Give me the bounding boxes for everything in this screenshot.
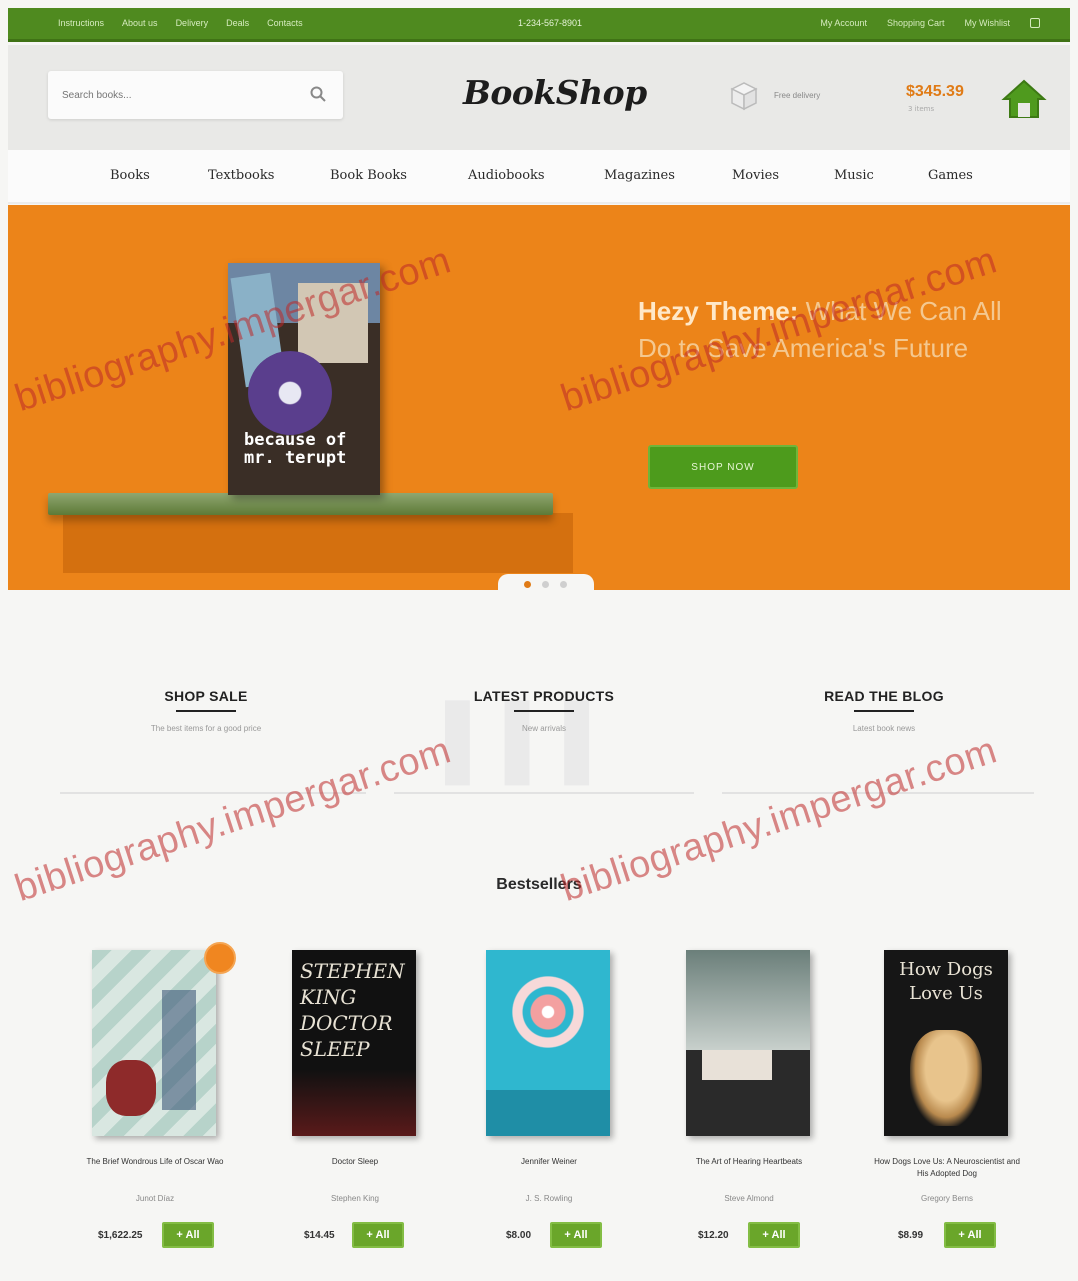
product-price: $14.45: [304, 1230, 335, 1241]
feature-underline: [854, 710, 914, 712]
feature-read-blog[interactable]: READ THE BLOG Latest book news: [784, 688, 984, 733]
top-link-instructions[interactable]: Instructions: [58, 18, 104, 28]
slider-dot-active[interactable]: [524, 581, 531, 588]
search-input[interactable]: [62, 85, 282, 105]
nav-magazines[interactable]: Magazines: [604, 168, 675, 183]
shelf-shadow: [63, 513, 573, 573]
add-to-cart-button[interactable]: + All: [352, 1222, 404, 1248]
nav-movies[interactable]: Movies: [732, 168, 779, 183]
slider-dot[interactable]: [542, 581, 549, 588]
slider-dots: [498, 574, 594, 594]
top-link-deals[interactable]: Deals: [226, 18, 249, 28]
product-title[interactable]: How Dogs Love Us: A Neuroscientist and H…: [872, 1156, 1022, 1180]
main-nav: Books Textbooks Book Books Audiobooks Ma…: [8, 150, 1070, 204]
sale-badge: [204, 942, 236, 974]
hero-slider: because of mr. terupt Hezy Theme: What W…: [8, 205, 1070, 590]
feature-shop-sale[interactable]: SHOP SALE The best items for a good pric…: [106, 688, 306, 733]
nav-textbooks[interactable]: Textbooks: [208, 168, 274, 183]
product-author: Steve Almond: [724, 1194, 774, 1203]
account-links: My Account Shopping Cart My Wishlist: [820, 18, 1040, 28]
product-author: Gregory Berns: [920, 1194, 974, 1203]
feature-title: SHOP SALE: [164, 688, 248, 704]
slider-dot[interactable]: [560, 581, 567, 588]
product-cover[interactable]: How Dogs Love Us: [884, 950, 1008, 1136]
nav-music[interactable]: Music: [834, 168, 874, 183]
product-cover[interactable]: [92, 950, 216, 1136]
add-to-cart-button[interactable]: + All: [944, 1222, 996, 1248]
feature-underline: [514, 710, 574, 712]
product-author: Stephen King: [330, 1194, 380, 1203]
add-to-cart-button[interactable]: + All: [550, 1222, 602, 1248]
search-box: [48, 71, 343, 119]
product-title[interactable]: Doctor Sleep: [280, 1156, 430, 1168]
section-divider: [394, 792, 694, 794]
free-delivery: Free delivery: [724, 75, 820, 115]
product-title[interactable]: Jennifer Weiner: [474, 1156, 624, 1168]
cart-total: $345.39: [906, 83, 964, 100]
product-cover[interactable]: STEPHEN KING DOCTOR SLEEP: [292, 950, 416, 1136]
nav-games[interactable]: Games: [928, 168, 973, 183]
add-to-cart-button[interactable]: + All: [162, 1222, 214, 1248]
product-title[interactable]: The Brief Wondrous Life of Oscar Wao: [80, 1156, 230, 1168]
feature-title: READ THE BLOG: [824, 688, 944, 704]
feature-subtitle: Latest book news: [852, 724, 916, 733]
top-links: Instructions About us Delivery Deals Con…: [58, 18, 303, 28]
feature-underline: [176, 710, 236, 712]
nav-audiobooks[interactable]: Audiobooks: [468, 168, 545, 183]
nav-books[interactable]: Books: [110, 168, 150, 183]
flower-graphic: [248, 351, 332, 435]
top-link-contacts[interactable]: Contacts: [267, 18, 303, 28]
book-shelf: [48, 493, 553, 515]
hero-book-title: because of mr. terupt: [244, 430, 347, 468]
site-logo[interactable]: BookShop: [463, 73, 647, 112]
top-bar: Instructions About us Delivery Deals Con…: [8, 8, 1070, 42]
feature-subtitle: The best items for a good price: [150, 724, 262, 733]
product-cover[interactable]: [686, 950, 810, 1136]
bestsellers-heading: Bestsellers: [496, 876, 582, 893]
product-author: J. S. Rowling: [525, 1194, 573, 1203]
feature-subtitle: New arrivals: [521, 724, 566, 733]
nav-book-books[interactable]: Book Books: [330, 168, 407, 183]
delivery-box-icon: [730, 82, 758, 111]
site-header: BookShop Free delivery $345.39 3 items: [8, 45, 1070, 150]
top-link-delivery[interactable]: Delivery: [176, 18, 209, 28]
shop-now-button[interactable]: SHOP NOW: [648, 445, 798, 489]
wishlist-link[interactable]: My Wishlist: [965, 18, 1011, 28]
product-price: $1,622.25: [98, 1230, 143, 1241]
mini-cart-icon[interactable]: [1030, 18, 1040, 28]
feature-latest-products[interactable]: LATEST PRODUCTS New arrivals: [444, 688, 644, 733]
product-price: $8.00: [506, 1230, 532, 1241]
feature-title: LATEST PRODUCTS: [473, 688, 615, 704]
delivery-text: Free delivery: [774, 90, 821, 100]
product-price: $8.99: [898, 1230, 924, 1241]
cart-items-count: 3 items: [908, 105, 935, 113]
product-price: $12.20: [698, 1230, 729, 1241]
product-title[interactable]: The Art of Hearing Heartbeats: [674, 1156, 824, 1168]
shopping-cart-link[interactable]: Shopping Cart: [887, 18, 945, 28]
search-icon[interactable]: [309, 85, 327, 103]
phone-number: 1-234-567-8901: [518, 18, 583, 28]
product-cover[interactable]: [486, 950, 610, 1136]
top-link-about[interactable]: About us: [122, 18, 158, 28]
my-account-link[interactable]: My Account: [820, 18, 867, 28]
cart-house-icon[interactable]: [998, 75, 1050, 121]
add-to-cart-button[interactable]: + All: [748, 1222, 800, 1248]
product-author: Junot Díaz: [135, 1194, 175, 1203]
